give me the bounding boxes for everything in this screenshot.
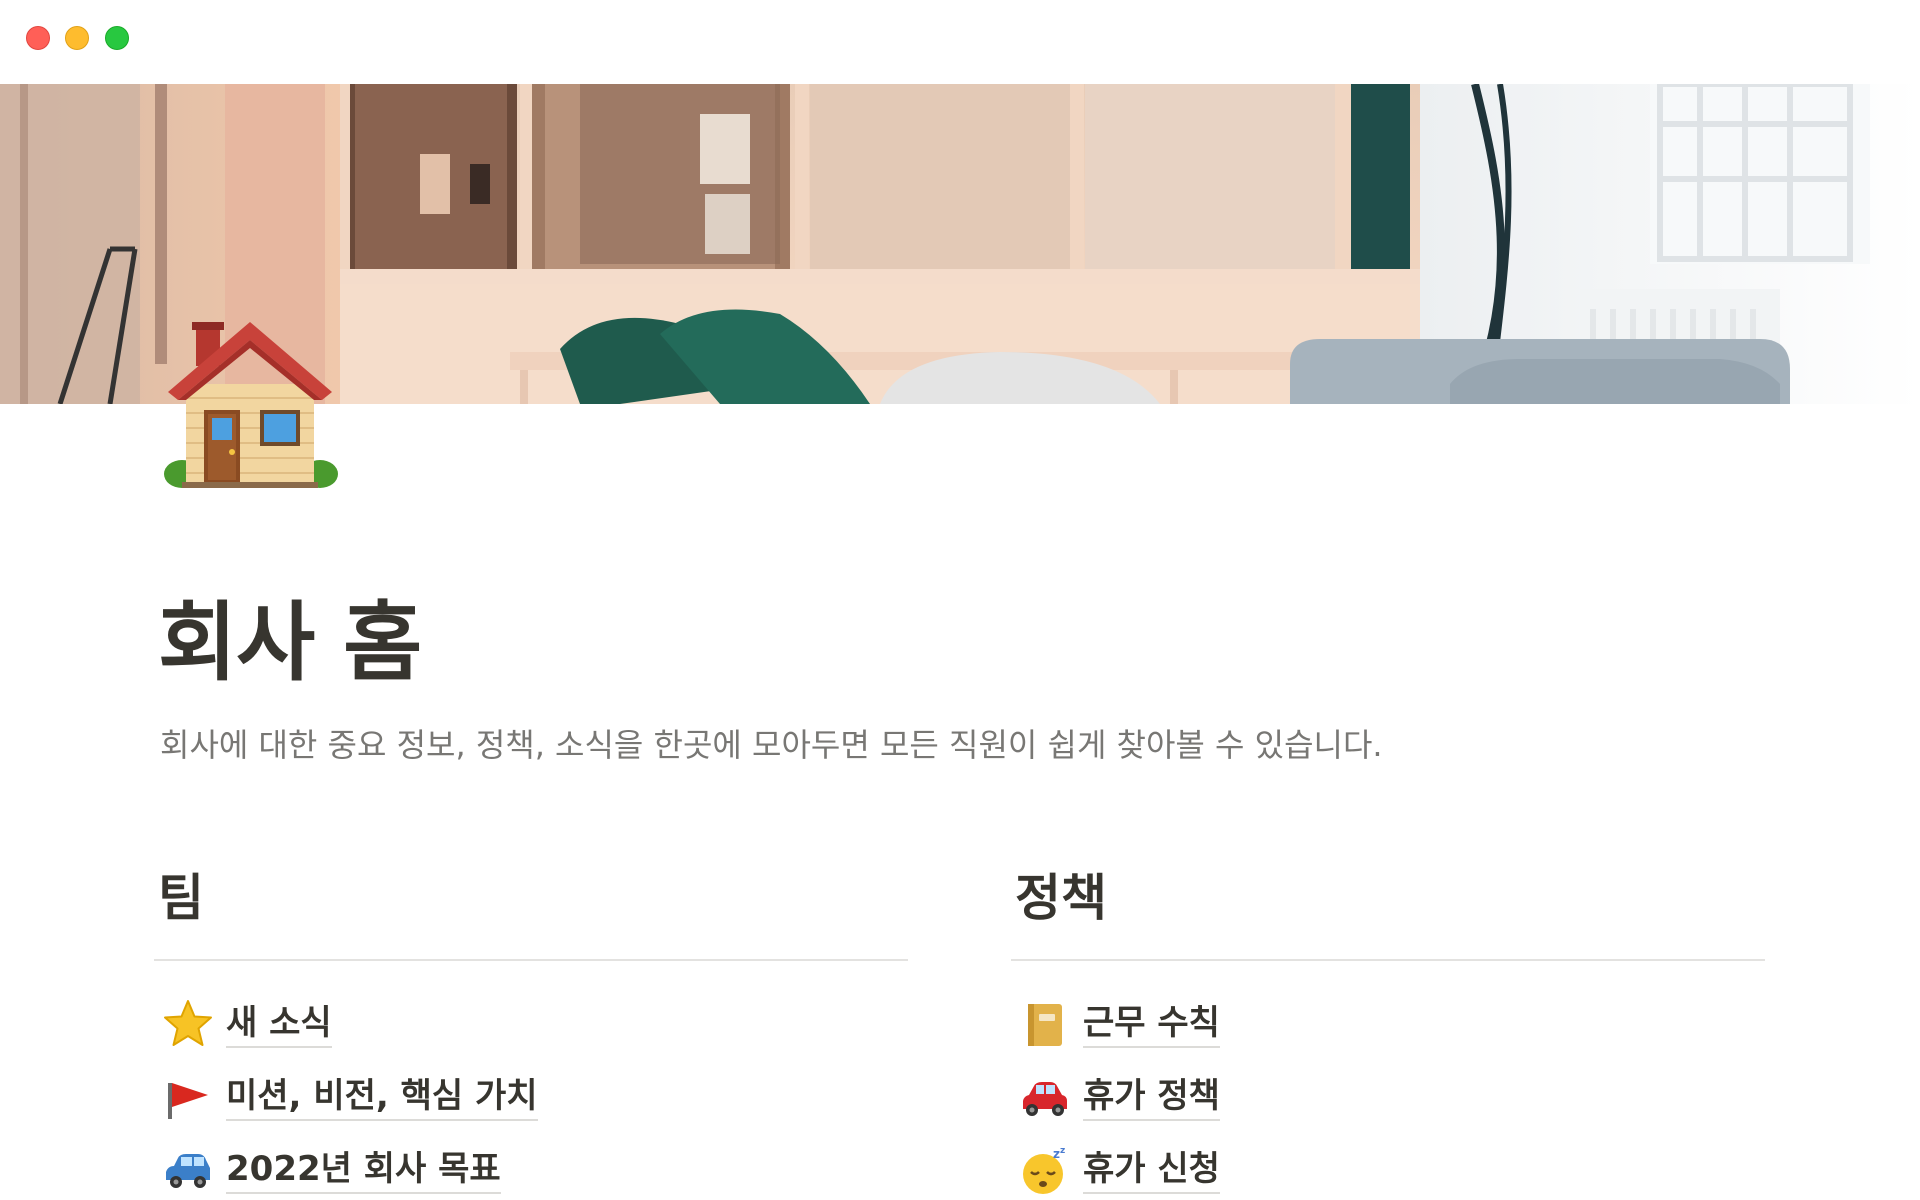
house-icon[interactable]: [162, 318, 338, 494]
link-news[interactable]: 새 소식: [154, 987, 908, 1060]
link-mission[interactable]: 미션, 비전, 핵심 가치: [154, 1060, 908, 1133]
title-bar: [0, 0, 1920, 84]
close-button[interactable]: [26, 26, 50, 50]
link-label[interactable]: 새 소식: [226, 1000, 332, 1048]
svg-text:z: z: [1053, 1147, 1060, 1161]
link-label[interactable]: 2022년 회사 목표: [226, 1146, 501, 1194]
policy-divider: [1011, 959, 1765, 961]
policy-section: 정책 근무 수칙 휴가 정책 z z 휴가 신청: [1011, 862, 1765, 1200]
link-label[interactable]: 휴가 정책: [1083, 1073, 1220, 1121]
car-icon: [162, 1144, 214, 1196]
red-car-icon: [1019, 1071, 1071, 1123]
link-vacation-policy[interactable]: 휴가 정책: [1011, 1060, 1765, 1133]
link-label[interactable]: 근무 수칙: [1083, 1000, 1220, 1048]
link-vacation-request[interactable]: z z 휴가 신청: [1011, 1133, 1765, 1200]
red-flag-icon: [162, 1071, 214, 1123]
minimize-button[interactable]: [65, 26, 89, 50]
sleeping-face-icon: z z: [1019, 1144, 1071, 1196]
team-heading[interactable]: 팀: [158, 862, 908, 934]
team-section: 팀 새 소식 미션, 비전, 핵심 가치 2022년 회사 목표: [154, 862, 908, 1200]
zoom-button[interactable]: [105, 26, 129, 50]
page-title[interactable]: 회사 홈: [158, 572, 422, 697]
app-window: 회사 홈 회사에 대한 중요 정보, 정책, 소식을 한곳에 모아두면 모든 직…: [0, 0, 1920, 1200]
link-label[interactable]: 미션, 비전, 핵심 가치: [226, 1073, 538, 1121]
notebook-icon: [1019, 998, 1071, 1050]
link-goals[interactable]: 2022년 회사 목표: [154, 1133, 908, 1200]
team-link-list: 새 소식 미션, 비전, 핵심 가치 2022년 회사 목표: [154, 987, 908, 1200]
link-work-rules[interactable]: 근무 수칙: [1011, 987, 1765, 1060]
svg-text:z: z: [1060, 1146, 1065, 1156]
policy-link-list: 근무 수칙 휴가 정책 z z 휴가 신청: [1011, 987, 1765, 1200]
star-icon: [162, 998, 214, 1050]
team-divider: [154, 959, 908, 961]
policy-heading[interactable]: 정책: [1015, 862, 1765, 934]
link-label[interactable]: 휴가 신청: [1083, 1146, 1220, 1194]
page-description[interactable]: 회사에 대한 중요 정보, 정책, 소식을 한곳에 모아두면 모든 직원이 쉽게…: [160, 720, 1383, 766]
